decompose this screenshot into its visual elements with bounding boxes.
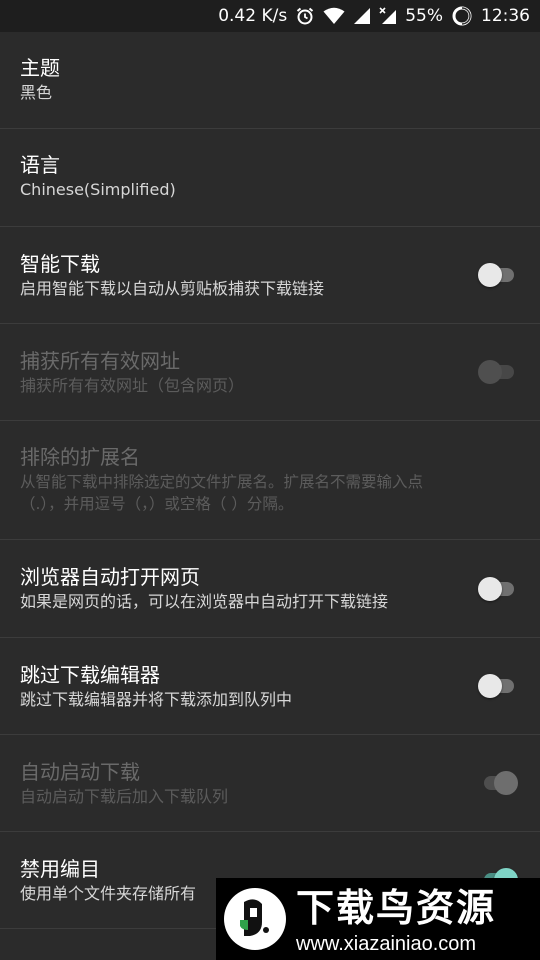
settings-screen: 0.42 K/s 55% 12:36 主题 黑色 语言 Chinese(Simp… (0, 0, 540, 960)
setting-auto-start-download: 自动启动下载 自动启动下载后加入下载队列 (0, 735, 540, 832)
setting-capture-all-urls: 捕获所有有效网址 捕获所有有效网址（包含网页） (0, 324, 540, 421)
signal-x-icon (379, 7, 397, 25)
settings-list: 主题 黑色 语言 Chinese(Simplified) 智能下载 启用智能下载… (0, 32, 540, 929)
toggle-thumb (478, 360, 502, 384)
alarm-icon (295, 6, 315, 26)
setting-title: 浏览器自动打开网页 (20, 565, 200, 589)
watermark-banner: 下载鸟资源 www.xiazainiao.com (216, 878, 540, 960)
setting-summary: 自动启动下载后加入下载队列 (20, 787, 229, 806)
setting-summary-line-2: （.），并用逗号（，）或空格（ ）分隔。 (20, 495, 294, 513)
toggle-thumb (478, 263, 502, 287)
smart-download-toggle[interactable] (478, 263, 518, 287)
watermark-url: www.xiazainiao.com (296, 933, 477, 955)
setting-title: 捕获所有有效网址 (20, 349, 180, 373)
setting-language[interactable]: 语言 Chinese(Simplified) (0, 129, 540, 227)
setting-title: 排除的扩展名 (20, 445, 140, 469)
clock: 12:36 (481, 6, 530, 26)
toggle-thumb (478, 674, 502, 698)
status-bar: 0.42 K/s 55% 12:36 (0, 0, 540, 32)
battery-level: 55% (405, 6, 443, 26)
auto-start-download-toggle (478, 771, 518, 795)
watermark-text: 下载鸟资源 www.xiazainiao.com (296, 886, 536, 956)
toggle-thumb (478, 577, 502, 601)
setting-excluded-extensions: 排除的扩展名 从智能下载中排除选定的文件扩展名。扩展名不需要输入点 （.），并用… (0, 421, 540, 540)
setting-title: 自动启动下载 (20, 760, 140, 784)
setting-title: 跳过下载编辑器 (20, 663, 160, 687)
skip-download-editor-toggle[interactable] (478, 674, 518, 698)
watermark-title: 下载鸟资源 (296, 886, 497, 930)
capture-all-urls-toggle (478, 360, 518, 384)
setting-summary: 捕获所有有效网址（包含网页） (20, 376, 245, 395)
setting-title: 语言 (20, 153, 60, 177)
setting-theme[interactable]: 主题 黑色 (0, 32, 540, 129)
setting-title: 主题 (20, 56, 60, 80)
setting-summary: Chinese(Simplified) (20, 180, 176, 199)
setting-summary: 跳过下载编辑器并将下载添加到队列中 (20, 690, 293, 709)
setting-title: 智能下载 (20, 252, 100, 276)
setting-smart-download[interactable]: 智能下载 启用智能下载以自动从剪贴板捕获下载链接 (0, 227, 540, 324)
setting-skip-download-editor[interactable]: 跳过下载编辑器 跳过下载编辑器并将下载添加到队列中 (0, 638, 540, 735)
setting-browser-auto-open[interactable]: 浏览器自动打开网页 如果是网页的话，可以在浏览器中自动打开下载链接 (0, 540, 540, 638)
browser-auto-open-toggle[interactable] (478, 577, 518, 601)
signal-icon (353, 7, 371, 25)
setting-summary: 启用智能下载以自动从剪贴板捕获下载链接 (20, 279, 325, 298)
toggle-thumb (494, 771, 518, 795)
setting-summary: 如果是网页的话，可以在浏览器中自动打开下载链接 (20, 592, 389, 611)
network-speed: 0.42 K/s (218, 6, 288, 26)
setting-summary-line-1: 从智能下载中排除选定的文件扩展名。扩展名不需要输入点 (20, 473, 424, 491)
wifi-icon (323, 7, 345, 25)
bird-logo-icon (222, 886, 288, 952)
setting-summary: 黑色 (20, 83, 53, 102)
battery-icon (451, 5, 473, 27)
